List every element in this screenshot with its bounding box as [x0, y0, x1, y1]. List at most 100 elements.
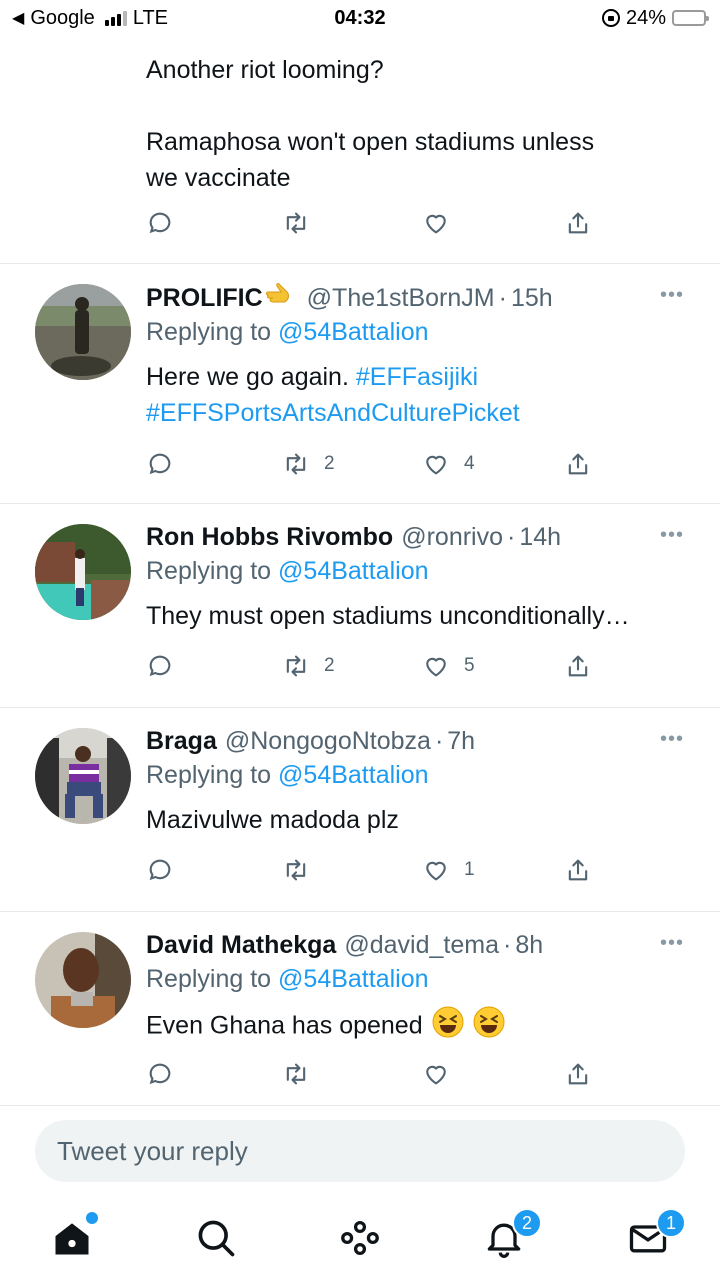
like-count: 5: [464, 655, 475, 676]
tweet-main[interactable]: Another riot looming? Ramaphosa won't op…: [0, 36, 720, 264]
like-button[interactable]: [422, 1060, 464, 1088]
user-handle[interactable]: @david_tema: [344, 928, 499, 962]
nav-spaces[interactable]: [338, 1216, 382, 1260]
battery-icon: [672, 10, 709, 26]
spaces-icon: [341, 1220, 379, 1256]
tweet-reply[interactable]: Braga @NongogoNtobza · 7h Replying to @5…: [0, 708, 720, 912]
replying-to-link[interactable]: @54Battalion: [278, 965, 428, 993]
tweet-text: Here we go again. #EFFasijiki: [146, 359, 700, 395]
retweet-button[interactable]: 2: [282, 450, 335, 478]
user-name[interactable]: Braga: [146, 724, 217, 758]
share-icon: [568, 212, 588, 234]
tweet-reply[interactable]: Ron Hobbs Rivombo @ronrivo · 14h Replyin…: [0, 504, 720, 708]
share-button[interactable]: [564, 1060, 592, 1088]
nav-messages[interactable]: 1: [626, 1208, 686, 1260]
retweet-count: 2: [324, 655, 335, 676]
reply-button[interactable]: [146, 209, 174, 237]
like-button[interactable]: 4: [422, 450, 475, 478]
tweet-text-line: we vaccinate: [146, 164, 291, 192]
more-options-button[interactable]: •••: [660, 728, 684, 751]
tweet-time[interactable]: 8h: [515, 928, 543, 962]
like-button[interactable]: [422, 209, 450, 237]
tweet-header: David Mathekga @david_tema · 8h: [146, 928, 700, 962]
tweet-text: Even Ghana has opened: [146, 1006, 700, 1048]
tweet-header: Ron Hobbs Rivombo @ronrivo · 14h: [146, 520, 700, 554]
reply-icon: [149, 859, 171, 881]
back-app-label[interactable]: Google: [30, 7, 95, 30]
retweet-button[interactable]: [282, 1060, 324, 1088]
like-count: 1: [464, 859, 475, 880]
user-handle[interactable]: @NongogoNtobza: [225, 724, 431, 758]
share-button[interactable]: [564, 856, 592, 884]
share-icon: [568, 859, 588, 881]
tweet-text-line: Another riot looming?: [146, 56, 384, 84]
user-handle[interactable]: @ronrivo: [401, 520, 503, 554]
like-button[interactable]: 5: [422, 652, 475, 680]
like-count: 4: [464, 453, 475, 474]
tweet-header: PROLIFIC @The1stBornJM · 15h: [146, 280, 700, 315]
retweet-icon: [286, 212, 306, 234]
reply-icon: [149, 453, 171, 475]
home-unread-dot: [86, 1212, 98, 1224]
user-name[interactable]: David Mathekga: [146, 928, 336, 962]
tweet-time[interactable]: 14h: [519, 520, 561, 554]
status-bar: ◀ Google LTE 04:32 24%: [0, 0, 720, 36]
replying-to: Replying to @54Battalion: [146, 758, 700, 792]
reply-button[interactable]: [146, 652, 174, 680]
separator-dot: ·: [507, 523, 516, 551]
more-options-button[interactable]: •••: [660, 932, 684, 955]
avatar[interactable]: [35, 728, 131, 824]
tweet-text: #EFFSPortsArtsAndCulturePicket: [146, 395, 700, 431]
replying-to-link[interactable]: @54Battalion: [278, 557, 428, 585]
more-options-button[interactable]: •••: [660, 524, 684, 547]
tweet-reply[interactable]: PROLIFIC @The1stBornJM · 15h Replying to…: [0, 264, 720, 504]
replying-to: Replying to @54Battalion: [146, 962, 700, 996]
more-options-button[interactable]: •••: [660, 284, 684, 307]
status-left: ◀ Google LTE: [12, 7, 168, 30]
retweet-button[interactable]: 2: [282, 652, 335, 680]
replying-to-link[interactable]: @54Battalion: [278, 318, 428, 346]
separator-dot: ·: [498, 284, 507, 312]
nav-home[interactable]: [50, 1212, 98, 1260]
user-handle[interactable]: @The1stBornJM: [307, 281, 495, 315]
replying-to-link[interactable]: @54Battalion: [278, 761, 428, 789]
reply-icon: [149, 1063, 171, 1085]
retweet-button[interactable]: [282, 209, 310, 237]
tweet-reply[interactable]: David Mathekga @david_tema · 8h Replying…: [0, 912, 720, 1106]
messages-badge: 1: [656, 1208, 686, 1238]
notifications-badge: 2: [512, 1208, 542, 1238]
retweet-button[interactable]: [282, 856, 324, 884]
signal-icon: [104, 10, 127, 26]
avatar[interactable]: [35, 932, 131, 1028]
retweet-icon: [286, 1063, 306, 1085]
hashtag-link[interactable]: #EFFSPortsArtsAndCulturePicket: [146, 399, 520, 427]
grinning-squinting-emoji: [473, 1006, 505, 1048]
retweet-icon: [286, 859, 306, 881]
grinning-squinting-emoji: [432, 1006, 464, 1048]
back-arrow-icon[interactable]: ◀: [12, 8, 24, 28]
reply-button[interactable]: [146, 856, 174, 884]
tweet-time[interactable]: 15h: [511, 281, 553, 315]
hashtag-link[interactable]: #EFFasijiki: [356, 363, 478, 391]
share-button[interactable]: [564, 450, 592, 478]
user-name[interactable]: PROLIFIC: [146, 281, 263, 315]
like-button[interactable]: 1: [422, 856, 475, 884]
heart-icon: [426, 455, 446, 475]
search-icon: [198, 1220, 235, 1257]
reply-button[interactable]: [146, 1060, 174, 1088]
share-icon: [568, 1063, 588, 1085]
share-button[interactable]: [564, 209, 592, 237]
retweet-icon: [286, 655, 306, 677]
tweet-time[interactable]: 7h: [447, 724, 475, 758]
avatar[interactable]: [35, 284, 131, 380]
tweet-text-body: Even Ghana has opened: [146, 1011, 423, 1040]
reply-button[interactable]: [146, 450, 174, 478]
heart-icon: [426, 214, 446, 234]
nav-search[interactable]: [194, 1216, 238, 1260]
user-name[interactable]: Ron Hobbs Rivombo: [146, 520, 393, 554]
nav-notifications[interactable]: 2: [482, 1208, 542, 1260]
reply-input[interactable]: Tweet your reply: [35, 1120, 685, 1182]
replying-prefix: Replying to: [146, 761, 272, 789]
avatar[interactable]: [35, 524, 131, 620]
share-button[interactable]: [564, 652, 592, 680]
